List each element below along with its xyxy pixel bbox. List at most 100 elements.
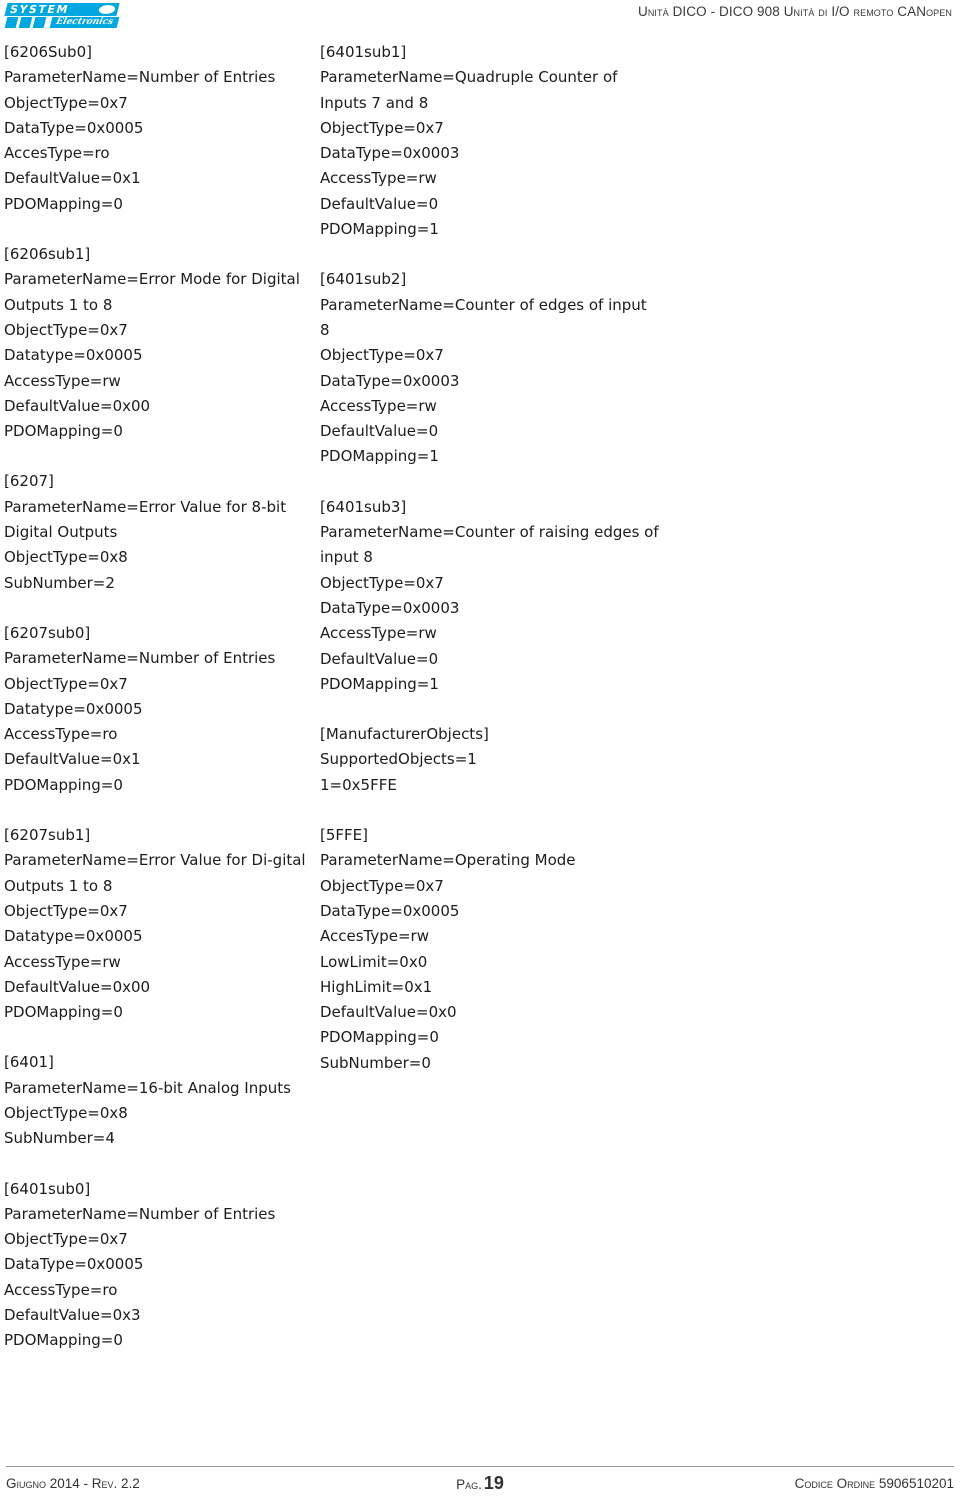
object-property-line: 1=0x5FFE: [320, 775, 397, 794]
object-property-line: ParameterName=16-bit Analog Inputs: [4, 1078, 291, 1097]
object-block: [5FFE] ParameterName=Operating Mode Object…: [320, 823, 660, 1076]
object-section-header: [6206sub1]: [4, 245, 91, 264]
object-property-line: ObjectType=0x7: [320, 346, 444, 365]
object-property-line: ObjectType=0x7: [4, 674, 128, 693]
object-block: [6206Sub0] ParameterName=Number of Entrie…: [4, 40, 320, 217]
object-property-line: PDOMapping=0: [4, 194, 123, 213]
header-title: Unità DICO - DICO 908 Unità di I/O remot…: [637, 4, 952, 19]
object-block: [6401] ParameterName=16-bit Analog Inputs…: [4, 1050, 320, 1151]
object-property-line: SupportedObjects=1: [320, 750, 477, 769]
object-section-header: [6206Sub0]: [4, 43, 92, 61]
object-property-line: AccessType=rw: [320, 169, 437, 188]
object-property-line: ParameterName=Error Value for Di-gital O…: [4, 851, 311, 895]
object-section-header: [6401sub0]: [4, 1179, 91, 1198]
footer-page-number: 19: [483, 1473, 504, 1493]
object-property-line: PDOMapping=1: [320, 674, 439, 693]
logo-block-3: [32, 17, 47, 28]
object-property-line: DefaultValue=0x1: [4, 750, 141, 769]
object-property-line: AccesType=rw: [320, 927, 429, 946]
object-property-line: DefaultValue=0: [320, 422, 439, 441]
object-property-line: ObjectType=0x7: [320, 573, 444, 592]
object-block: [6207] ParameterName=Error Value for 8-bi…: [4, 469, 320, 595]
object-block: [6207sub0] ParameterName=Number of Entrie…: [4, 621, 320, 798]
object-section-header: [ManufacturerObjects]: [320, 725, 489, 744]
object-property-line: AccessType=ro: [4, 1280, 118, 1299]
object-property-line: ParameterName=Quadruple Counter of Input…: [320, 68, 623, 112]
object-property-line: DataType=0x0003: [320, 144, 460, 163]
object-property-line: PDOMapping=1: [320, 447, 439, 466]
object-property-line: ObjectType=0x8: [4, 1103, 128, 1122]
logo-block-group: [4, 17, 50, 28]
object-block: [6401sub3] ParameterName=Counter of raisi…: [320, 495, 660, 697]
object-property-line: AccessType=rw: [320, 624, 437, 643]
logo-block-1: [4, 17, 19, 28]
object-property-line: SubNumber=0: [320, 1053, 431, 1072]
object-property-line: AccessType=rw: [4, 371, 121, 390]
object-section-header: [6401sub1]: [320, 43, 407, 61]
object-property-line: AccessType=rw: [320, 396, 437, 415]
object-property-line: DefaultValue=0x3: [4, 1306, 141, 1325]
object-property-line: AccesType=ro: [4, 144, 110, 163]
object-property-line: ObjectType=0x7: [320, 876, 444, 895]
object-property-line: DefaultValue=0x1: [4, 169, 141, 188]
object-section-header: [6401]: [4, 1053, 54, 1072]
object-property-line: Datatype=0x0005: [4, 927, 143, 946]
object-block: [6401sub0] ParameterName=Number of Entrie…: [4, 1177, 320, 1354]
footer-page-label: Pag.: [456, 1477, 482, 1492]
object-property-line: DefaultValue=0: [320, 194, 439, 213]
object-property-line: ParameterName=Number of Entries: [4, 1204, 276, 1223]
object-property-line: DataType=0x0003: [320, 371, 460, 390]
footer-divider: [6, 1466, 954, 1467]
page-footer: Giugno 2014 - Rev. 2.2 Pag. 19 Codice Ord…: [0, 1440, 960, 1502]
object-property-line: ObjectType=0x7: [4, 93, 128, 112]
object-property-line: ObjectType=0x7: [4, 901, 128, 920]
object-property-line: ObjectType=0x8: [4, 548, 128, 567]
column-left: [6206Sub0] ParameterName=Number of Entrie…: [4, 40, 320, 1354]
object-section-header: [6401sub3]: [320, 497, 407, 516]
object-property-line: DefaultValue=0: [320, 649, 439, 668]
object-section-header: [6207sub0]: [4, 623, 91, 642]
object-section-header: [6207]: [4, 472, 54, 491]
object-property-line: Datatype=0x0005: [4, 699, 143, 718]
object-property-line: SubNumber=2: [4, 573, 115, 592]
object-block: [6401sub2] ParameterName=Counter of edges…: [320, 267, 660, 469]
object-property-line: DataType=0x0005: [320, 901, 460, 920]
object-property-line: ObjectType=0x7: [320, 118, 444, 137]
object-property-line: SubNumber=4: [4, 1129, 115, 1148]
object-property-line: ParameterName=Number of Entries: [4, 68, 276, 87]
object-property-line: ParameterName=Counter of edges of input …: [320, 295, 652, 339]
object-property-line: PDOMapping=0: [4, 422, 123, 441]
object-property-line: ParameterName=Operating Mode: [320, 851, 576, 870]
object-section-header: [6207sub1]: [4, 826, 91, 845]
system-electronics-logo: SYSTEM Electronics: [4, 3, 120, 28]
logo-banner-bottom: Electronics: [4, 17, 120, 28]
object-property-line: ParameterName=Error Value for 8-bit Digi…: [4, 497, 291, 542]
object-property-line: PDOMapping=0: [320, 1028, 439, 1047]
logo-electronics-label: Electronics: [54, 17, 115, 27]
object-property-line: ObjectType=0x7: [4, 1230, 128, 1249]
document-body: [6206Sub0] ParameterName=Number of Entrie…: [0, 40, 960, 1440]
object-property-line: PDOMapping=0: [4, 775, 123, 794]
footer-order-code: Codice Ordine 5906510201: [794, 1476, 954, 1491]
column-right: [6401sub1] ParameterName=Quadruple Counte…: [320, 40, 660, 1076]
object-property-line: Datatype=0x0005: [4, 346, 143, 365]
object-property-line: ParameterName=Error Mode for Digital Out…: [4, 270, 305, 314]
object-property-line: DefaultValue=0x00: [4, 977, 151, 996]
object-property-line: DataType=0x0003: [320, 598, 460, 617]
object-property-line: AccessType=rw: [4, 952, 121, 971]
object-section-header: [5FFE]: [320, 826, 368, 845]
object-property-line: LowLimit=0x0: [320, 952, 428, 971]
object-block: [6206sub1] ParameterName=Error Mode for D…: [4, 242, 320, 444]
object-property-line: PDOMapping=1: [320, 220, 439, 239]
object-block: [ManufacturerObjects] SupportedObjects=1 1…: [320, 722, 660, 798]
object-property-line: DataType=0x0005: [4, 118, 144, 137]
object-property-line: AccessType=ro: [4, 725, 118, 744]
object-block: [6401sub1] ParameterName=Quadruple Counte…: [320, 40, 660, 242]
page-header: SYSTEM Electronics Unità DICO - DICO 908…: [0, 0, 960, 30]
object-property-line: PDOMapping=0: [4, 1331, 123, 1350]
object-property-line: DefaultValue=0x0: [320, 1003, 457, 1022]
object-property-line: DefaultValue=0x00: [4, 396, 151, 415]
object-property-line: ParameterName=Number of Entries: [4, 649, 276, 668]
object-section-header: [6401sub2]: [320, 270, 407, 289]
object-property-line: ParameterName=Counter of raising edges o…: [320, 523, 664, 567]
